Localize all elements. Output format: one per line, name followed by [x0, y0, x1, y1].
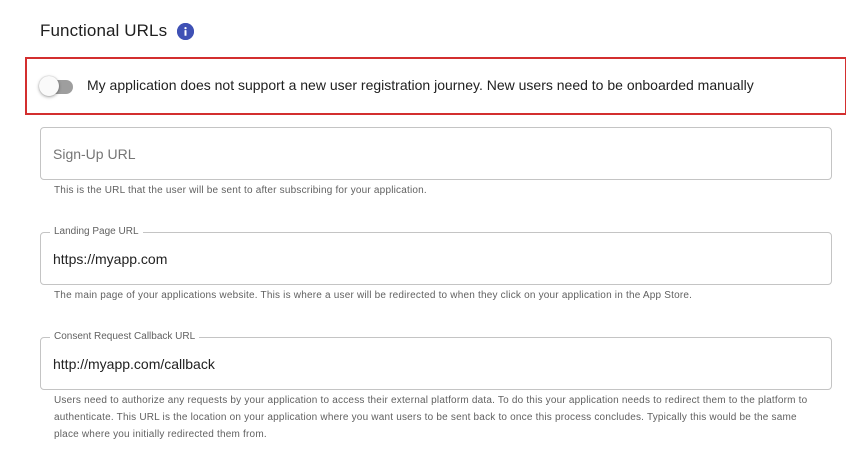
- section-title: Functional URLs: [40, 21, 168, 40]
- signup-url-input[interactable]: [53, 128, 823, 179]
- landing-page-url-helper: The main page of your applications websi…: [54, 290, 693, 301]
- functional-urls-page: Functional URLs My application does not …: [0, 0, 846, 469]
- landing-page-url-input[interactable]: [53, 233, 823, 284]
- registration-toggle-highlight: My application does not support a new us…: [25, 57, 846, 115]
- toggle-thumb[interactable]: [39, 76, 59, 96]
- consent-callback-url-input[interactable]: [53, 338, 823, 389]
- landing-page-url-field[interactable]: Landing Page URL: [40, 226, 832, 285]
- consent-callback-url-helper: Users need to authorize any requests by …: [54, 395, 808, 440]
- section-header: Functional URLs: [40, 21, 195, 41]
- signup-url-field[interactable]: [40, 127, 832, 180]
- info-icon[interactable]: [177, 22, 195, 40]
- registration-toggle-switch[interactable]: [39, 75, 75, 97]
- consent-callback-url-field[interactable]: Consent Request Callback URL: [40, 331, 832, 390]
- registration-toggle-label[interactable]: My application does not support a new us…: [87, 77, 754, 93]
- signup-url-helper: This is the URL that the user will be se…: [54, 185, 427, 196]
